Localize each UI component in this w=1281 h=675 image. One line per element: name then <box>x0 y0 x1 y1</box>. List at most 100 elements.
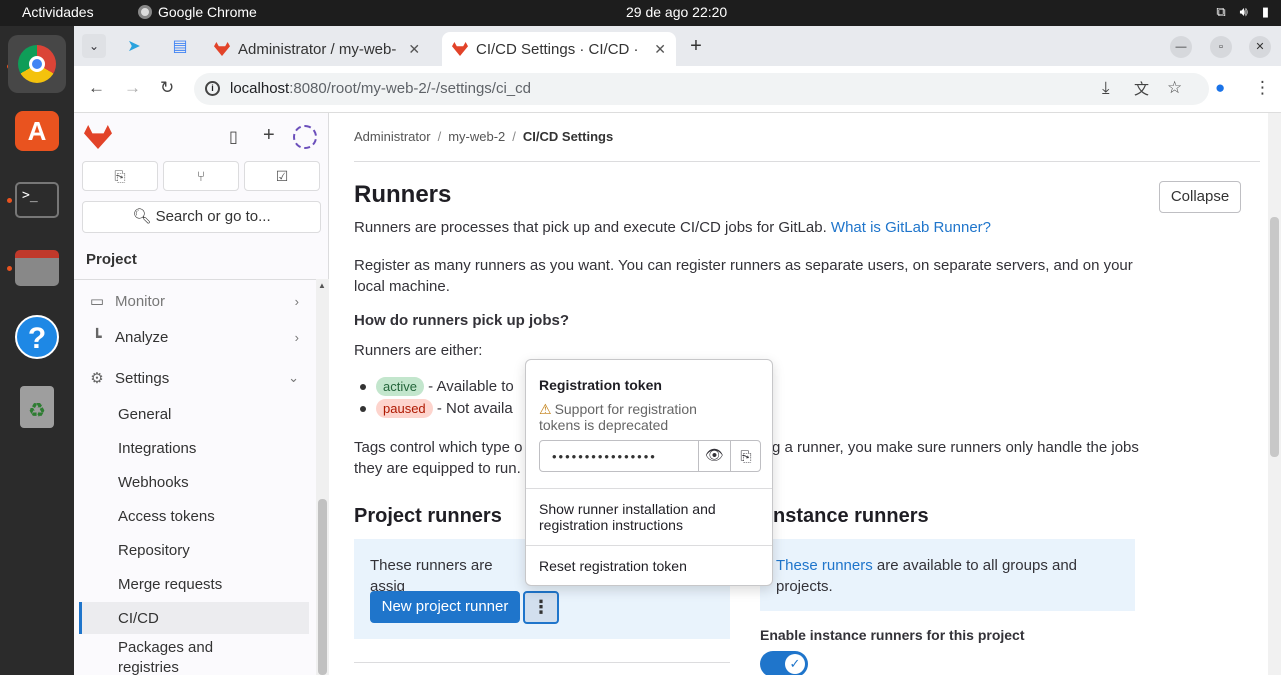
divider <box>526 488 772 489</box>
close-icon: ✕ <box>1255 41 1265 53</box>
sidebar-item-packages[interactable]: Packages and registries <box>79 638 259 675</box>
page-scrollbar[interactable] <box>1268 113 1281 675</box>
close-icon[interactable]: ✕ <box>408 41 420 58</box>
sidebar-item-integrations[interactable]: Integrations <box>79 432 309 464</box>
browser-toolbar: ← → ↻ i localhost:8080/root/my-web-2/-/s… <box>74 66 1281 113</box>
dock-app-center[interactable]: A <box>8 102 66 160</box>
gitlab-logo-icon[interactable] <box>84 125 112 149</box>
trash-icon: ♻ <box>20 386 54 428</box>
eye-icon[interactable]: 👁︎ <box>698 441 730 471</box>
sidebar-item-analyze[interactable]: ┗ Analyze › <box>79 321 309 353</box>
clock[interactable]: 29 de ago 22:20 <box>626 4 727 20</box>
sidebar-scrollbar[interactable]: ▲ <box>316 279 329 675</box>
active-desc: - Available to <box>428 378 514 395</box>
kebab-menu-icon[interactable]: ⋮ <box>1254 78 1271 98</box>
sidebar-item-repository[interactable]: Repository <box>79 534 309 566</box>
sidebar-item-label: Packages and registries <box>118 639 214 675</box>
breadcrumb-item[interactable]: Administrator <box>354 129 431 144</box>
these-runners-link[interactable]: These runners <box>776 557 873 574</box>
sidebar-item-general[interactable]: General <box>79 398 309 430</box>
breadcrumb-item[interactable]: my-web-2 <box>448 129 505 144</box>
tab-cicd-settings[interactable]: CI/CD Settings · CI/CD · S ✕ <box>442 32 676 66</box>
dock-help[interactable]: ? <box>8 308 66 366</box>
breadcrumb: Administrator / my-web-2/CI/CD Settings <box>354 129 614 144</box>
site-info-icon[interactable]: i <box>205 81 220 96</box>
tab-docs[interactable]: ▤ <box>168 34 192 58</box>
sidebar-item-cicd[interactable]: CI/CD <box>79 602 309 634</box>
plus-icon: + <box>690 34 702 57</box>
search-or-go-to[interactable]: 🔍︎ Search or go to... <box>82 201 321 233</box>
reset-token-item[interactable]: Reset registration token <box>539 558 759 574</box>
tab-search-button[interactable]: ⌄ <box>82 34 106 58</box>
minimize-button[interactable]: — <box>1170 36 1192 58</box>
create-new-icon[interactable]: + <box>263 124 275 147</box>
active-badge: active <box>376 377 424 396</box>
app-store-icon: A <box>15 111 59 151</box>
deprecation-warning: ⚠ Support for registration tokens is depr… <box>539 401 729 433</box>
sidebar-toggle-icon[interactable]: ▯ <box>229 127 238 147</box>
close-icon[interactable]: ✕ <box>654 41 666 58</box>
sidebar-item-merge-requests[interactable]: Merge requests <box>79 568 309 600</box>
bookmark-star-icon[interactable]: ☆ <box>1167 78 1182 98</box>
check-icon: ✓ <box>785 654 805 674</box>
new-project-runner-button[interactable]: New project runner <box>370 591 520 623</box>
back-icon[interactable]: ← <box>88 78 105 98</box>
address-bar[interactable]: i localhost:8080/root/my-web-2/-/setting… <box>194 73 1209 105</box>
todos-button[interactable]: ☑ <box>244 161 320 191</box>
sidebar-item-monitor[interactable]: ▭ Monitor › <box>79 285 309 317</box>
maximize-button[interactable]: ▫ <box>1210 36 1232 58</box>
tab-strip: ⌄ ➤ ▤ Administrator / my-web- ✕ CI/CD Se… <box>74 26 1281 66</box>
instance-runners-toggle[interactable]: ✓ <box>760 651 808 675</box>
collapse-button[interactable]: Collapse <box>1159 181 1241 213</box>
forward-icon[interactable]: → <box>124 78 141 98</box>
what-is-runner-link[interactable]: What is GitLab Runner? <box>831 219 991 236</box>
tab-admin[interactable]: Administrator / my-web- ✕ <box>204 32 440 66</box>
runner-actions-button[interactable]: ⋮ <box>523 591 559 624</box>
sidebar-item-access-tokens[interactable]: Access tokens <box>79 500 309 532</box>
install-icon[interactable]: ⤓ <box>1102 78 1110 98</box>
tab-title: CI/CD Settings · CI/CD · S <box>476 40 643 58</box>
tab-telegram[interactable]: ➤ <box>122 34 146 58</box>
app-menu[interactable]: Google Chrome <box>138 4 257 20</box>
user-avatar[interactable] <box>293 125 317 149</box>
activities-button[interactable]: Actividades <box>22 4 94 20</box>
terminal-icon: >_ <box>15 182 59 218</box>
sidebar-item-webhooks[interactable]: Webhooks <box>79 466 309 498</box>
close-window-button[interactable]: ✕ <box>1249 36 1271 58</box>
reload-icon[interactable]: ↻ <box>160 78 174 98</box>
battery-icon: ▮ <box>1261 4 1269 19</box>
kebab-menu-icon: ⋮ <box>532 597 550 617</box>
dock-trash[interactable]: ♻ <box>8 378 66 436</box>
warning-icon: ⚠ <box>539 401 552 417</box>
sidebar-item-settings[interactable]: ⚙ Settings ⌄ <box>79 362 309 394</box>
chevron-down-icon: ⌄ <box>288 370 299 385</box>
system-tray[interactable]: ⧉ 🔊︎ ▮ <box>1216 4 1269 20</box>
scrollbar-thumb[interactable] <box>318 499 327 675</box>
sidebar-item-label: Repository <box>118 541 190 559</box>
dock-chrome[interactable] <box>8 35 66 93</box>
sidebar-item-label: Settings <box>115 369 170 387</box>
merge-requests-button[interactable]: ⑂ <box>163 161 239 191</box>
todo-icon: ☑ <box>275 168 289 184</box>
minimize-icon: — <box>1175 41 1187 53</box>
profile-icon[interactable]: ● <box>1215 78 1225 98</box>
docs-icon: ▤ <box>172 38 188 55</box>
breadcrumb-current[interactable]: CI/CD Settings <box>523 129 613 144</box>
registration-token-field[interactable]: •••••••••••••••• 👁︎ ⎘ <box>539 440 761 472</box>
translate-icon[interactable]: ⽂ <box>1134 78 1149 99</box>
show-install-instructions-item[interactable]: Show runner installation and registratio… <box>539 501 759 533</box>
gear-icon: ⚙ <box>90 370 104 387</box>
sidebar-item-label: Merge requests <box>118 575 223 593</box>
warning-text: Support for registration tokens is depre… <box>539 401 697 433</box>
chrome-icon <box>18 45 56 83</box>
dock-files[interactable] <box>8 239 66 297</box>
app-name: Google Chrome <box>158 4 257 20</box>
dock-terminal[interactable]: >_ <box>8 171 66 229</box>
issues-button[interactable]: ⎘ <box>82 161 158 191</box>
scrollbar-thumb[interactable] <box>1270 217 1279 457</box>
scroll-up-icon[interactable]: ▲ <box>318 281 326 290</box>
instance-runners-desc: are available to all groups and <box>872 557 1078 574</box>
new-tab-button[interactable]: + <box>684 34 708 58</box>
instance-runners-title: nstance runners <box>773 505 929 527</box>
copy-icon[interactable]: ⎘ <box>730 441 761 471</box>
